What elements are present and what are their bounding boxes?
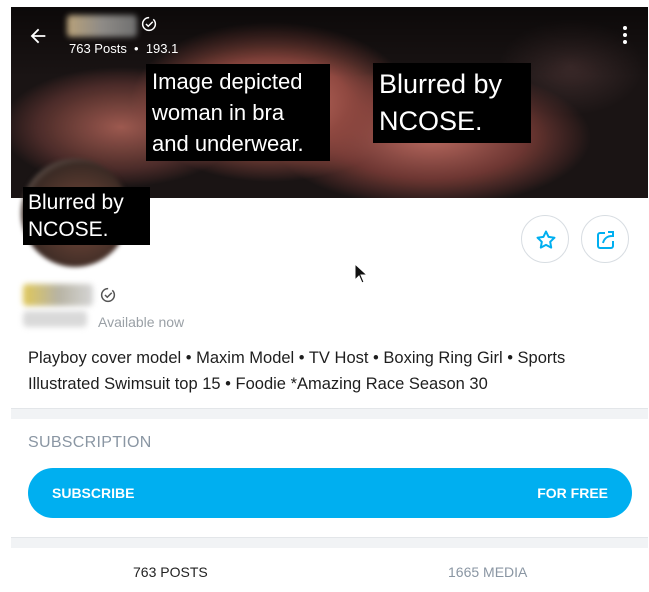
profile-bio: Playboy cover model • Maxim Model • TV H… [28, 349, 566, 393]
verified-icon [141, 16, 157, 32]
subscribe-button[interactable]: SUBSCRIBE FOR FREE [28, 468, 632, 518]
kebab-menu-icon[interactable] [617, 23, 633, 47]
subscribe-label: SUBSCRIBE [52, 485, 135, 501]
blurred-username [23, 311, 87, 327]
post-stats: 763 Posts • 193.1 [69, 41, 179, 56]
section-divider [11, 537, 648, 548]
section-divider [11, 408, 648, 419]
back-arrow-icon[interactable] [27, 25, 49, 47]
annotation-cover-right: Blurred by NCOSE. [373, 63, 531, 143]
star-icon [536, 230, 556, 249]
subscription-heading: SUBSCRIPTION [28, 434, 152, 451]
annotation-avatar: Blurred by NCOSE. [23, 187, 150, 245]
price-label: FOR FREE [537, 485, 608, 501]
content-tabs: 763 POSTS 1665 MEDIA [11, 548, 648, 592]
tab-posts[interactable]: 763 POSTS [133, 564, 208, 580]
favorite-button[interactable] [521, 215, 569, 263]
share-button[interactable] [581, 215, 629, 263]
cursor-icon [354, 263, 368, 284]
share-icon [597, 231, 614, 249]
profile-screen: 763 Posts • 193.1 Image depicted woman i… [11, 7, 648, 592]
tab-media[interactable]: 1665 MEDIA [448, 564, 527, 580]
availability-status: Available now [98, 314, 185, 330]
verified-icon [100, 287, 116, 303]
blurred-display-name [23, 284, 93, 306]
annotation-cover-left: Image depicted woman in bra and underwea… [146, 64, 330, 161]
blurred-name [67, 15, 137, 37]
